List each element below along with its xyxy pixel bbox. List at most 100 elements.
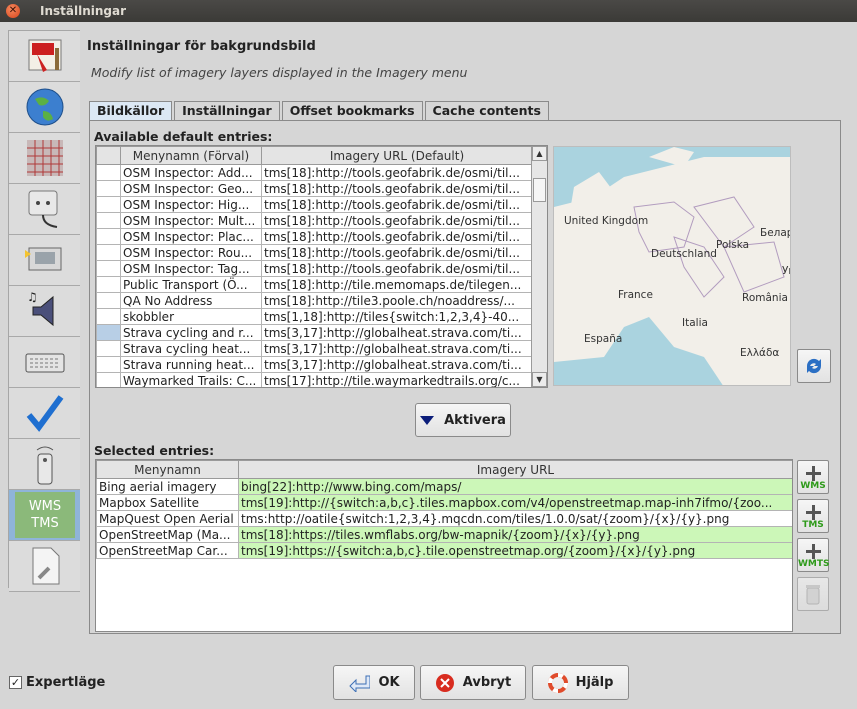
table-row[interactable]: OSM Inspector: Mult... tms[18]:http://too…: [96, 212, 533, 229]
entry-url-cell[interactable]: tms[18]:http://tile3.poole.ch/noaddress/…: [261, 292, 533, 309]
row-header-cell[interactable]: [96, 276, 121, 293]
cancel-button[interactable]: Avbryt: [420, 665, 526, 700]
entry-name-cell[interactable]: OSM Inspector: Geo...: [120, 180, 262, 197]
entry-url-cell[interactable]: tms[18]:http://tools.geofabrik.de/osmi/t…: [261, 196, 533, 213]
row-header-cell[interactable]: [96, 292, 121, 309]
row-header-cell[interactable]: [96, 164, 121, 181]
selected-name-cell[interactable]: OpenStreetMap Car...: [96, 542, 239, 559]
entry-url-cell[interactable]: tms[18]:http://tools.geofabrik.de/osmi/t…: [261, 180, 533, 197]
sidebar-item-plugins[interactable]: [9, 235, 81, 286]
table-row[interactable]: Strava cycling and r... tms[3,17]:http://…: [96, 324, 533, 341]
table-row[interactable]: MapQuest Open Aerial tms:http://oatile{sw…: [96, 510, 792, 527]
selected-url-cell[interactable]: tms[18]:https://tiles.wmflabs.org/bw-map…: [238, 526, 792, 543]
row-header-cell[interactable]: [96, 212, 121, 229]
row-header-cell[interactable]: [96, 260, 121, 277]
sidebar-item-connection[interactable]: [9, 184, 81, 235]
tab-cache-contents[interactable]: Cache contents: [424, 101, 549, 121]
selected-url-cell[interactable]: bing[22]:http://www.bing.com/maps/: [238, 478, 792, 495]
add-wms-button[interactable]: WMS: [797, 460, 829, 494]
selected-name-cell[interactable]: OpenStreetMap (Ma...: [96, 526, 239, 543]
entry-url-cell[interactable]: tms[18]:http://tools.geofabrik.de/osmi/t…: [261, 212, 533, 229]
table-row[interactable]: Mapbox Satellite tms[19]:http://{switch:a…: [96, 494, 792, 511]
selected-url-cell[interactable]: tms:http://oatile{switch:1,2,3,4}.mqcdn.…: [238, 510, 792, 527]
row-header-cell[interactable]: [96, 340, 121, 357]
sidebar-item-wms-tms[interactable]: WMS TMS: [9, 490, 81, 541]
tab-offset-bookmarks[interactable]: Offset bookmarks: [281, 101, 423, 121]
selected-name-cell[interactable]: MapQuest Open Aerial: [96, 510, 239, 527]
table-row[interactable]: OpenStreetMap Car... tms[19]:https://{swi…: [96, 542, 792, 559]
row-header-cell[interactable]: [96, 244, 121, 261]
entry-name-cell[interactable]: OSM Inspector: Plac...: [120, 228, 262, 245]
scroll-down-arrow[interactable]: ▼: [532, 372, 547, 387]
table-row[interactable]: Strava running heat... tms[3,17]:http://g…: [96, 356, 533, 373]
scroll-thumb[interactable]: [533, 178, 546, 202]
entry-url-cell[interactable]: tms[3,17]:http://globalheat.strava.com/t…: [261, 324, 533, 341]
available-scrollbar[interactable]: ▲ ▼: [531, 146, 547, 387]
column-header-url[interactable]: Imagery URL (Default): [261, 146, 533, 165]
table-row[interactable]: OSM Inspector: Hig... tms[18]:http://tool…: [96, 196, 533, 213]
sidebar-item-projection[interactable]: [9, 82, 81, 133]
table-row[interactable]: Strava cycling heat... tms[3,17]:http://g…: [96, 340, 533, 357]
add-wmts-button[interactable]: WMTS: [797, 538, 830, 572]
sidebar-item-advanced[interactable]: [9, 541, 81, 592]
entry-name-cell[interactable]: QA No Address: [120, 292, 262, 309]
row-header-cell[interactable]: [96, 228, 121, 245]
table-row[interactable]: Waymarked Trails: C... tms[17]:http://til…: [96, 372, 533, 387]
table-row[interactable]: OSM Inspector: Tag... tms[18]:http://tool…: [96, 260, 533, 277]
entry-url-cell[interactable]: tms[18]:http://tools.geofabrik.de/osmi/t…: [261, 260, 533, 277]
tab-installningar[interactable]: Inställningar: [174, 101, 280, 121]
entry-name-cell[interactable]: OSM Inspector: Tag...: [120, 260, 262, 277]
entry-name-cell[interactable]: OSM Inspector: Hig...: [120, 196, 262, 213]
row-header-cell[interactable]: [96, 324, 121, 341]
table-row[interactable]: OSM Inspector: Rou... tms[18]:http://tool…: [96, 244, 533, 261]
table-row[interactable]: Public Transport (Ö... tms[18]:http://til…: [96, 276, 533, 293]
row-header-cell[interactable]: [96, 356, 121, 373]
expert-mode-toggle[interactable]: ✓ Expertläge: [9, 675, 105, 690]
column-header-menynamn[interactable]: Menynamn: [96, 460, 239, 479]
entry-url-cell[interactable]: tms[18]:http://tile.memomaps.de/tilegen.…: [261, 276, 533, 293]
add-tms-button[interactable]: TMS: [797, 499, 829, 533]
entry-name-cell[interactable]: Strava running heat...: [120, 356, 262, 373]
entry-name-cell[interactable]: Strava cycling and r...: [120, 324, 262, 341]
table-row[interactable]: OSM Inspector: Add... tms[18]:http://tool…: [96, 164, 533, 181]
scroll-up-arrow[interactable]: ▲: [532, 146, 547, 161]
column-header-name[interactable]: Menynamn (Förval): [120, 146, 262, 165]
entry-url-cell[interactable]: tms[17]:http://tile.waymarkedtrails.org/…: [261, 372, 533, 387]
table-row[interactable]: OSM Inspector: Geo... tms[18]:http://tool…: [96, 180, 533, 197]
selected-url-cell[interactable]: tms[19]:http://{switch:a,b,c}.tiles.mapb…: [238, 494, 792, 511]
row-header-cell[interactable]: [96, 180, 121, 197]
entry-name-cell[interactable]: Waymarked Trails: C...: [120, 372, 262, 387]
sidebar-item-remote-control[interactable]: [9, 439, 81, 490]
table-row[interactable]: OSM Inspector: Plac... tms[18]:http://too…: [96, 228, 533, 245]
entry-url-cell[interactable]: tms[3,17]:http://globalheat.strava.com/t…: [261, 340, 533, 357]
row-header-cell[interactable]: [96, 372, 121, 387]
selected-name-cell[interactable]: Mapbox Satellite: [96, 494, 239, 511]
ok-button[interactable]: OK: [333, 665, 415, 700]
help-button[interactable]: Hjälp: [532, 665, 629, 700]
table-row[interactable]: QA No Address tms[18]:http://tile3.poole.…: [96, 292, 533, 309]
table-row[interactable]: OpenStreetMap (Ma... tms[18]:https://tile…: [96, 526, 792, 543]
selected-url-cell[interactable]: tms[19]:https://{switch:a,b,c}.tile.open…: [238, 542, 792, 559]
column-header-imagery-url[interactable]: Imagery URL: [238, 460, 792, 479]
imagery-preview-map[interactable]: United Kingdom Polska Deutschland Белару…: [553, 146, 791, 386]
sidebar-item-validator[interactable]: [9, 388, 81, 439]
delete-entry-button[interactable]: [797, 577, 829, 611]
entry-url-cell[interactable]: tms[1,18]:http://tiles{switch:1,2,3,4}-4…: [261, 308, 533, 325]
entry-name-cell[interactable]: skobbler: [120, 308, 262, 325]
sidebar-item-display[interactable]: [9, 31, 81, 82]
entry-url-cell[interactable]: tms[3,17]:http://globalheat.strava.com/t…: [261, 356, 533, 373]
row-header-cell[interactable]: [96, 196, 121, 213]
refresh-map-button[interactable]: [797, 349, 831, 383]
sidebar-item-audio[interactable]: ♫: [9, 286, 81, 337]
entry-name-cell[interactable]: Strava cycling heat...: [120, 340, 262, 357]
entry-name-cell[interactable]: OSM Inspector: Add...: [120, 164, 262, 181]
activate-button[interactable]: Aktivera: [415, 403, 511, 437]
row-header-cell[interactable]: [96, 308, 121, 325]
selected-name-cell[interactable]: Bing aerial imagery: [96, 478, 239, 495]
expert-mode-checkbox[interactable]: ✓: [9, 676, 22, 689]
entry-url-cell[interactable]: tms[18]:http://tools.geofabrik.de/osmi/t…: [261, 244, 533, 261]
tab-bildkallor[interactable]: Bildkällor: [89, 101, 173, 121]
entry-name-cell[interactable]: Public Transport (Ö...: [120, 276, 262, 293]
entry-name-cell[interactable]: OSM Inspector: Mult...: [120, 212, 262, 229]
table-row[interactable]: Bing aerial imagery bing[22]:http://www.b…: [96, 478, 792, 495]
